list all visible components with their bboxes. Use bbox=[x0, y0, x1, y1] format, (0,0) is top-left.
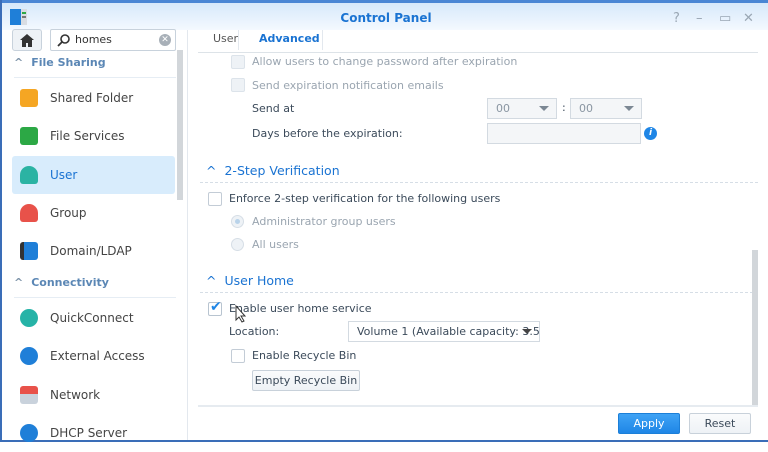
radio-all-users[interactable] bbox=[231, 238, 244, 251]
title-bar[interactable]: Control Panel ? – ▭ ✕ bbox=[2, 0, 768, 30]
send-emails-label: Send expiration notification emails bbox=[252, 79, 444, 92]
control-panel-window: Control Panel ? – ▭ ✕ ✕ ^ File Sharing Sh… bbox=[0, 0, 768, 442]
window-title: Control Panel bbox=[340, 11, 432, 25]
tab-divider bbox=[322, 30, 323, 50]
sidebar-item-domain-ldap[interactable]: Domain/LDAP bbox=[12, 232, 175, 270]
section-connectivity[interactable]: ^ Connectivity bbox=[14, 276, 176, 298]
quickconnect-icon bbox=[20, 309, 38, 327]
chevron-up-icon: ^ bbox=[206, 163, 217, 178]
sidebar-item-label: DHCP Server bbox=[50, 426, 128, 440]
enforce-2step-label: Enforce 2-step verification for the foll… bbox=[229, 192, 501, 205]
enable-recycle-bin-checkbox[interactable] bbox=[231, 349, 245, 363]
location-select[interactable]: Volume 1 (Available capacity: 3.5( bbox=[348, 321, 540, 342]
dhcp-server-icon bbox=[20, 424, 38, 442]
domain-ldap-icon bbox=[20, 242, 38, 260]
checkmark-icon: ✔ bbox=[210, 299, 222, 315]
sidebar-item-label: External Access bbox=[50, 349, 145, 363]
help-button[interactable]: ? bbox=[673, 11, 680, 26]
radio-admin-label: Administrator group users bbox=[252, 215, 396, 228]
days-input[interactable] bbox=[487, 123, 641, 144]
sidebar-item-label: Domain/LDAP bbox=[50, 244, 132, 258]
enable-user-home-label: Enable user home service bbox=[229, 302, 372, 315]
content-scrollbar[interactable] bbox=[752, 250, 758, 405]
external-access-icon bbox=[20, 347, 38, 365]
settings-scroll-area: Allow users to change password after exp… bbox=[192, 53, 758, 405]
chevron-up-icon: ^ bbox=[206, 273, 217, 288]
chevron-up-icon: ^ bbox=[14, 56, 24, 69]
hour-select[interactable]: 00 bbox=[487, 98, 557, 119]
reset-button[interactable]: Reset bbox=[689, 413, 751, 434]
maximize-button[interactable]: ▭ bbox=[719, 11, 731, 26]
send-emails-checkbox[interactable] bbox=[231, 78, 245, 92]
sidebar-item-shared-folder[interactable]: Shared Folder bbox=[12, 79, 175, 117]
info-icon[interactable]: i bbox=[644, 127, 657, 140]
shared-folder-icon bbox=[20, 89, 38, 107]
sidebar-item-label: User bbox=[50, 168, 78, 182]
sidebar-item-dhcp-server[interactable]: DHCP Server bbox=[12, 414, 175, 452]
dropdown-arrow-icon bbox=[522, 329, 532, 334]
sidebar-item-file-services[interactable]: File Services bbox=[12, 117, 175, 155]
network-icon bbox=[20, 386, 38, 404]
section-label: Connectivity bbox=[31, 276, 109, 289]
file-services-icon bbox=[20, 127, 38, 145]
search-input[interactable] bbox=[75, 33, 155, 46]
sidebar-item-label: Network bbox=[50, 388, 101, 402]
sidebar-item-group[interactable]: Group bbox=[12, 194, 175, 232]
sidebar-item-label: File Services bbox=[50, 129, 125, 143]
sidebar-item-external-access[interactable]: External Access bbox=[12, 337, 175, 375]
main-panel: User Advanced Allow users to change pass… bbox=[192, 30, 768, 440]
chevron-up-icon: ^ bbox=[14, 276, 24, 289]
user-home-header[interactable]: ^ User Home bbox=[206, 273, 294, 288]
time-separator: : bbox=[562, 101, 566, 114]
allow-change-checkbox[interactable] bbox=[231, 55, 245, 69]
location-value: Volume 1 (Available capacity: 3.5( bbox=[357, 325, 540, 338]
tab-advanced[interactable]: Advanced bbox=[259, 32, 320, 45]
tab-user[interactable]: User bbox=[213, 32, 238, 45]
two-step-header[interactable]: ^ 2-Step Verification bbox=[206, 163, 340, 178]
enable-user-home-checkbox[interactable]: ✔ bbox=[208, 299, 222, 316]
apply-button[interactable]: Apply bbox=[618, 413, 680, 434]
radio-admin-group[interactable] bbox=[231, 215, 244, 228]
dropdown-arrow-icon bbox=[624, 106, 634, 111]
minute-value: 00 bbox=[579, 102, 593, 115]
search-icon bbox=[57, 34, 70, 47]
mouse-cursor-icon bbox=[235, 305, 247, 323]
footer-divider bbox=[198, 405, 758, 407]
empty-recycle-bin-button[interactable]: Empty Recycle Bin bbox=[252, 370, 360, 391]
user-icon bbox=[20, 166, 38, 184]
clear-search-icon[interactable]: ✕ bbox=[159, 34, 171, 46]
section-title: 2-Step Verification bbox=[224, 163, 340, 178]
section-label: File Sharing bbox=[31, 56, 106, 69]
days-label: Days before the expiration: bbox=[252, 127, 403, 140]
sidebar-scrollbar[interactable] bbox=[177, 50, 183, 200]
hour-value: 00 bbox=[496, 102, 510, 115]
sidebar-item-user[interactable]: User bbox=[12, 156, 175, 194]
send-at-label: Send at bbox=[252, 102, 295, 115]
sidebar-item-label: Group bbox=[50, 206, 87, 220]
section-file-sharing[interactable]: ^ File Sharing bbox=[14, 56, 176, 78]
radio-all-label: All users bbox=[252, 238, 299, 251]
sidebar-item-quickconnect[interactable]: QuickConnect bbox=[12, 299, 175, 337]
dropdown-arrow-icon bbox=[539, 106, 549, 111]
sidebar-item-label: Shared Folder bbox=[50, 91, 134, 105]
section-divider bbox=[200, 292, 758, 293]
sidebar-item-label: QuickConnect bbox=[50, 311, 134, 325]
search-field[interactable]: ✕ bbox=[50, 29, 176, 51]
section-divider bbox=[200, 182, 758, 183]
location-label: Location: bbox=[229, 325, 280, 338]
enforce-2step-checkbox[interactable] bbox=[208, 192, 222, 206]
minute-select[interactable]: 00 bbox=[570, 98, 642, 119]
group-icon bbox=[20, 204, 38, 222]
close-button[interactable]: ✕ bbox=[743, 11, 754, 26]
tab-divider bbox=[238, 30, 239, 50]
section-title: User Home bbox=[224, 273, 294, 288]
enable-recycle-bin-label: Enable Recycle Bin bbox=[252, 349, 357, 362]
home-icon bbox=[20, 33, 34, 47]
sidebar: ✕ ^ File Sharing Shared Folder File Servi… bbox=[4, 29, 188, 442]
allow-change-label: Allow users to change password after exp… bbox=[252, 55, 518, 68]
sidebar-item-network[interactable]: Network bbox=[12, 376, 175, 414]
home-button[interactable] bbox=[12, 29, 42, 51]
minimize-button[interactable]: – bbox=[696, 11, 703, 26]
